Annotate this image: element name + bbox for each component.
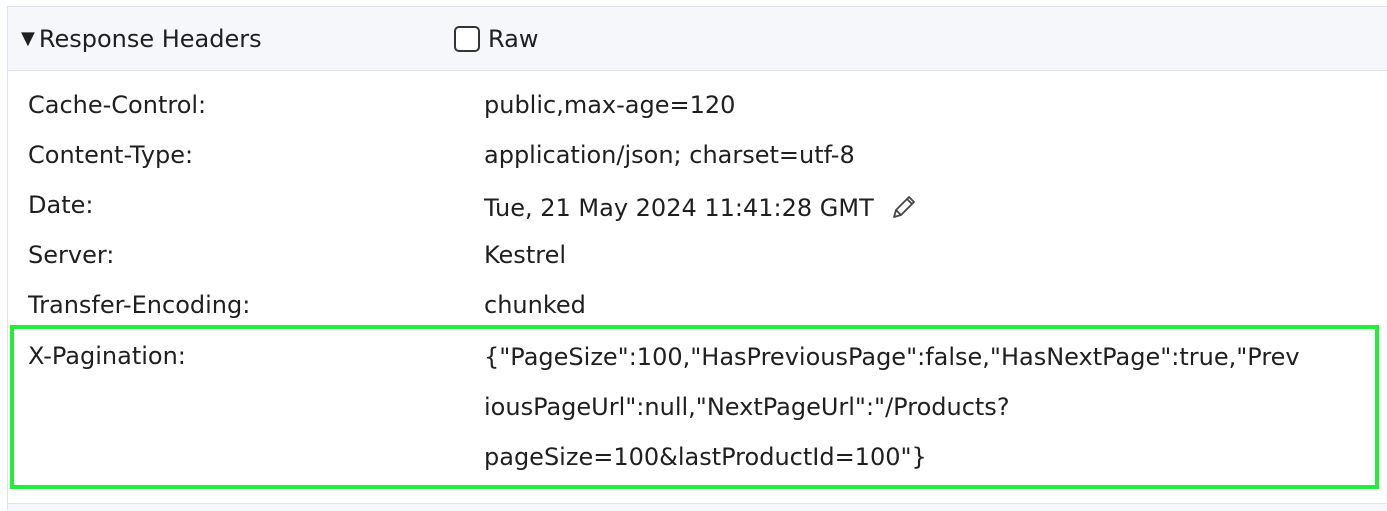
header-row: Date: Tue, 21 May 2024 11:41:28 GMT (8, 181, 1387, 231)
header-row: Content-Type: application/json; charset=… (8, 131, 1387, 181)
triangle-down-icon: ▼ (21, 28, 35, 49)
header-name: Content-Type: (28, 141, 194, 169)
response-headers-panel: ▼ Response Headers Raw Cache-Control: pu… (7, 6, 1387, 511)
header-value: Tue, 21 May 2024 11:41:28 GMT (484, 194, 874, 222)
pagination-header-name: X-Pagination: (28, 342, 186, 370)
header-name: Server: (28, 241, 115, 269)
pagination-value-line: iousPageUrl":null,"NextPageUrl":"/Produc… (484, 393, 1010, 421)
raw-label: Raw (488, 25, 539, 53)
header-name: Cache-Control: (28, 91, 207, 119)
response-headers-bar: ▼ Response Headers Raw (8, 7, 1387, 71)
header-name: Transfer-Encoding: (28, 291, 251, 319)
header-name: Date: (28, 191, 94, 219)
header-value: application/json; charset=utf-8 (484, 141, 855, 169)
pagination-value-line: pageSize=100&lastProductId=100"} (484, 443, 927, 471)
header-row: Server: Kestrel (8, 231, 1387, 281)
raw-checkbox[interactable] (454, 26, 480, 52)
header-value: public,max-age=120 (484, 91, 736, 119)
header-value: chunked (484, 291, 586, 319)
header-value-container: Tue, 21 May 2024 11:41:28 GMT (484, 191, 920, 225)
pencil-icon[interactable] (886, 191, 920, 225)
header-row: Transfer-Encoding: chunked (8, 281, 1387, 331)
header-value: Kestrel (484, 241, 566, 269)
pagination-header-value: {"PageSize":100,"HasPreviousPage":false,… (484, 332, 1364, 482)
response-headers-toggle[interactable]: ▼ Response Headers (21, 24, 262, 54)
raw-toggle[interactable]: Raw (454, 24, 538, 54)
header-row: Cache-Control: public,max-age=120 (8, 81, 1387, 131)
pagination-value-line: {"PageSize":100,"HasPreviousPage":false,… (484, 343, 1300, 371)
section-title: Response Headers (38, 25, 262, 53)
